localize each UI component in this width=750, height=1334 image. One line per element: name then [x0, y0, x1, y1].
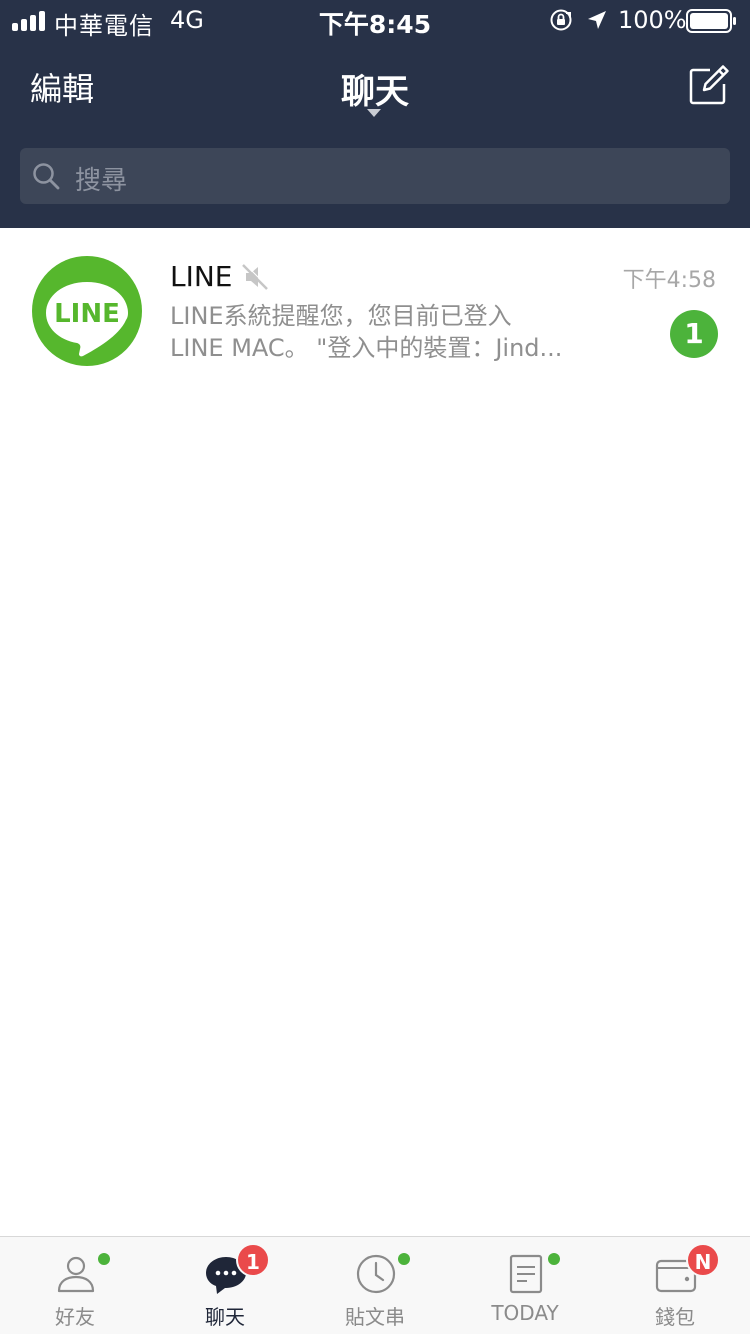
tab-friends[interactable]: 好友 — [0, 1237, 150, 1334]
battery-icon — [686, 9, 736, 33]
tab-bar: 好友 1 聊天 貼文串 TODAY N 錢包 — [0, 1236, 750, 1334]
list-item[interactable]: LINE LINE 下午4:58 LINE系統提醒您，您目前已登入 LINE M… — [0, 228, 750, 396]
page-title[interactable]: 聊天 — [0, 64, 750, 113]
chat-timestamp: 下午4:58 — [622, 268, 716, 293]
search-input[interactable]: 搜尋 — [20, 148, 730, 204]
avatar: LINE — [32, 256, 142, 366]
tab-label: 錢包 — [655, 1305, 695, 1329]
new-indicator-dot — [548, 1253, 560, 1265]
avatar-logo-text: LINE — [54, 299, 120, 329]
status-bar: 中華電信 4G 下午8:45 100% — [0, 0, 750, 40]
header: 中華電信 4G 下午8:45 100% 編輯 聊天 搜尋 — [0, 0, 750, 228]
chat-preview: LINE系統提醒您，您目前已登入 LINE MAC。 "登入中的裝置：Jind.… — [170, 300, 610, 364]
unread-count-badge: 1 — [670, 310, 718, 358]
line-logo-icon: LINE — [46, 282, 128, 357]
unread-badge: 1 — [236, 1243, 270, 1277]
document-icon — [509, 1254, 543, 1294]
search-placeholder: 搜尋 — [75, 166, 128, 196]
tab-today[interactable]: TODAY — [450, 1237, 600, 1334]
new-badge: N — [686, 1243, 720, 1277]
orientation-lock-icon — [550, 9, 572, 31]
nav-bar: 編輯 聊天 — [0, 40, 750, 132]
battery-percent: 100% — [618, 6, 687, 34]
tab-label: 好友 — [55, 1305, 95, 1329]
tab-label: 聊天 — [205, 1305, 245, 1329]
search-icon — [33, 163, 60, 190]
tab-chats[interactable]: 1 聊天 — [150, 1237, 300, 1334]
tab-timeline[interactable]: 貼文串 — [300, 1237, 450, 1334]
location-arrow-icon — [588, 11, 606, 29]
new-indicator-dot — [398, 1253, 410, 1265]
friends-icon — [57, 1256, 95, 1293]
tab-wallet[interactable]: N 錢包 — [600, 1237, 750, 1334]
tab-label: 貼文串 — [345, 1305, 405, 1329]
new-indicator-dot — [98, 1253, 110, 1265]
chat-name: LINE — [170, 260, 233, 293]
clock-icon — [356, 1254, 396, 1294]
tab-label: TODAY — [491, 1301, 559, 1325]
chat-preview-line: LINE系統提醒您，您目前已登入 — [170, 302, 512, 330]
chat-preview-line: LINE MAC。 "登入中的裝置：Jind... — [170, 334, 563, 362]
mute-icon — [242, 263, 269, 290]
chevron-down-icon[interactable] — [366, 108, 382, 118]
compose-icon[interactable] — [688, 64, 730, 106]
